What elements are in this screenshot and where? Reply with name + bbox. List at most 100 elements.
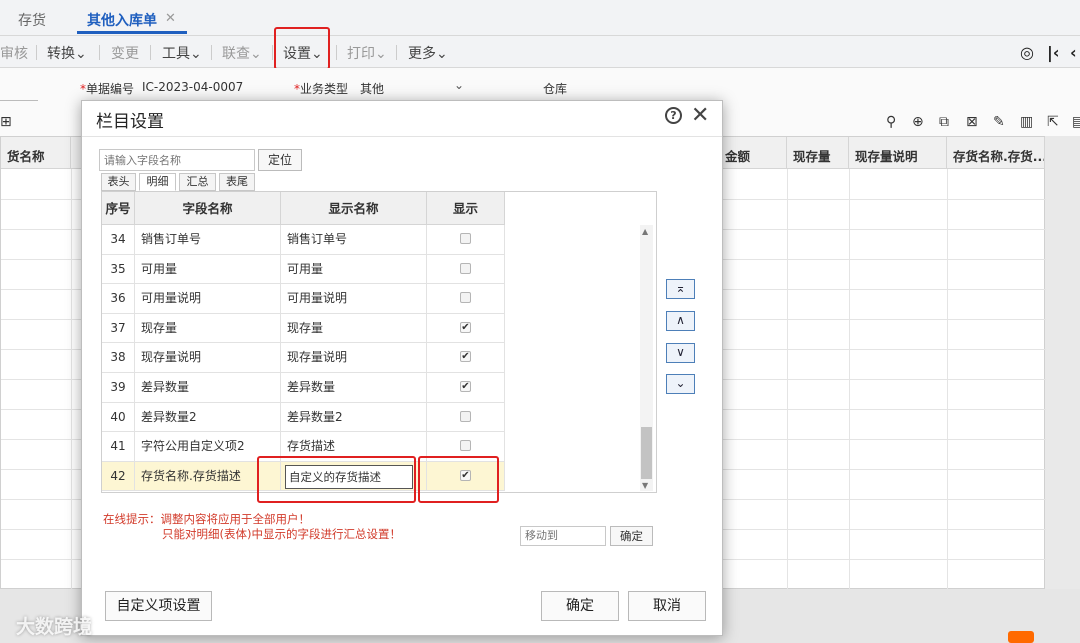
tab-bar: 存货 其他入库单 ✕ (0, 0, 1080, 36)
grid-header-on-hand: 现存量 (787, 137, 849, 169)
field-underline (0, 100, 38, 101)
scroll-up-icon[interactable]: ▲ (642, 227, 648, 236)
close-icon[interactable]: ✕ (691, 103, 709, 128)
table-row[interactable]: 36 可用量说明 可用量说明 (102, 284, 505, 314)
display-name-cell[interactable]: 销售订单号 (281, 225, 427, 254)
add-row-icon[interactable]: ⊕ (912, 114, 924, 130)
subtab-footer[interactable]: 表尾 (219, 173, 255, 191)
show-highlight-box (418, 456, 499, 503)
first-record-icon[interactable]: |‹ (1047, 43, 1059, 62)
display-name-cell[interactable]: 可用量 (281, 254, 427, 284)
display-name-cell[interactable]: 现存量 (281, 313, 427, 343)
show-cell (427, 402, 505, 432)
ok-button[interactable]: 确定 (541, 591, 619, 621)
show-cell (427, 284, 505, 313)
watermark: 大数跨境 (16, 616, 93, 638)
custom-items-button[interactable]: 自定义项设置 (105, 591, 212, 621)
dialog-title: 栏目设置 (96, 112, 164, 132)
show-checkbox-checked[interactable]: ✔ (460, 351, 471, 363)
show-checkbox[interactable] (460, 233, 471, 244)
cancel-button[interactable]: 取消 (628, 591, 706, 621)
col-header-show: 显示 (427, 192, 505, 225)
table-row[interactable]: 39 差异数量 差异数量 ✔ (102, 373, 505, 403)
field-name-cell: 现存量 (135, 313, 281, 343)
field-name-cell: 差异数量2 (135, 402, 281, 432)
display-name-cell[interactable]: 差异数量 (281, 373, 427, 402)
move-bottom-button[interactable]: ⌄ (666, 374, 695, 394)
toolbar: 审核 转换⌄ 变更 工具⌄ 联查⌄ 设置⌄ 打印⌄ 更多⌄ ◎ |‹ ‹ (0, 36, 1080, 68)
field-name-cell: 销售订单号 (135, 225, 281, 254)
search-doc-icon[interactable]: ◎ (1020, 43, 1034, 62)
tab-close-icon[interactable]: ✕ (165, 11, 176, 26)
toolbar-audit[interactable]: 审核 (0, 43, 28, 63)
row-number: 36 (102, 284, 135, 313)
table-row[interactable]: 40 差异数量2 差异数量2 (102, 402, 505, 433)
show-checkbox[interactable] (460, 262, 471, 274)
row-number: 42 (102, 461, 135, 491)
grid-header-amount: 金额 (719, 137, 787, 169)
table-row[interactable]: 35 可用量 可用量 (102, 254, 505, 285)
move-to-confirm-button[interactable]: 确定 (610, 526, 653, 546)
previous-icon[interactable]: ‹ (1070, 43, 1077, 62)
display-name-text: 差异数量 (287, 380, 336, 394)
tab-other-inbound[interactable]: 其他入库单 (87, 10, 157, 30)
settings-highlight-box (274, 27, 330, 70)
col-header-display-name: 显示名称 (281, 192, 427, 225)
field-name-cell: 差异数量 (135, 373, 281, 402)
tab-inventory[interactable]: 存货 (18, 10, 46, 30)
subtab-header[interactable]: 表头 (101, 173, 136, 191)
toolbar-divider (150, 45, 151, 60)
doc-no-value[interactable]: IC-2023-04-0007 (142, 80, 243, 94)
export-icon[interactable]: ⇱ (1047, 114, 1059, 130)
toolbar-convert[interactable]: 转换⌄ (47, 43, 87, 63)
table-row[interactable]: 38 现存量说明 现存量说明 ✔ (102, 343, 505, 373)
batch-edit-icon[interactable]: ✎ (993, 114, 1005, 130)
move-down-button[interactable]: ∨ (666, 343, 695, 363)
table-row[interactable]: 37 现存量 现存量 ✔ (102, 313, 505, 344)
grid-edge-icon[interactable]: ⊞ (0, 114, 12, 130)
display-name-cell[interactable]: 可用量说明 (281, 284, 427, 313)
show-checkbox[interactable] (460, 440, 471, 452)
toolbar-linked-query[interactable]: 联查⌄ (222, 43, 262, 63)
toolbar-print[interactable]: 打印⌄ (347, 43, 387, 63)
show-cell (427, 254, 505, 284)
chevron-down-icon[interactable]: ⌄ (454, 78, 464, 92)
move-up-button[interactable]: ∧ (666, 311, 695, 331)
locate-button[interactable]: 定位 (258, 149, 302, 171)
toolbar-more[interactable]: 更多⌄ (408, 43, 448, 63)
doc-no-label: *单据编号 (80, 82, 135, 96)
toolbar-divider (99, 45, 100, 60)
toolbar-tools[interactable]: 工具⌄ (162, 43, 202, 63)
show-checkbox[interactable] (460, 292, 471, 304)
row-number: 39 (102, 373, 135, 402)
biz-type-label: *业务类型 (294, 82, 349, 96)
active-tab-indicator (77, 31, 187, 34)
location-icon[interactable]: ⚲ (886, 114, 896, 130)
help-icon[interactable]: ? (665, 107, 682, 124)
show-checkbox[interactable] (460, 410, 471, 422)
table-row[interactable]: 34 销售订单号 销售订单号 (102, 225, 505, 255)
more-grid-icon[interactable]: ▤ (1072, 114, 1080, 130)
scrollbar-thumb[interactable] (641, 427, 652, 479)
subtab-summary[interactable]: 汇总 (179, 173, 216, 191)
move-top-button[interactable]: ⌅ (666, 279, 695, 299)
show-checkbox-checked[interactable]: ✔ (460, 381, 471, 392)
show-checkbox-checked[interactable]: ✔ (460, 321, 471, 333)
scroll-down-icon[interactable]: ▼ (642, 481, 648, 490)
columns-icon[interactable]: ▥ (1020, 114, 1033, 130)
biz-type-value[interactable]: 其他 (360, 80, 384, 97)
field-name-cell: 现存量说明 (135, 343, 281, 372)
copy-row-icon[interactable]: ⧉ (939, 114, 949, 130)
field-search-input[interactable] (99, 149, 255, 171)
subtab-detail[interactable]: 明细 (139, 173, 176, 191)
toolbar-change[interactable]: 变更 (111, 43, 139, 63)
display-name-cell[interactable]: 现存量说明 (281, 343, 427, 372)
col-header-no: 序号 (102, 192, 135, 225)
field-name-cell: 可用量说明 (135, 284, 281, 313)
grid-header-item-desc: 存货名称.存货... (947, 137, 1045, 169)
col-header-field-name: 字段名称 (135, 192, 281, 225)
row-number: 37 (102, 313, 135, 343)
delete-row-icon[interactable]: ⊠ (966, 114, 978, 130)
display-name-cell[interactable]: 差异数量2 (281, 402, 427, 432)
move-to-input[interactable] (520, 526, 606, 546)
